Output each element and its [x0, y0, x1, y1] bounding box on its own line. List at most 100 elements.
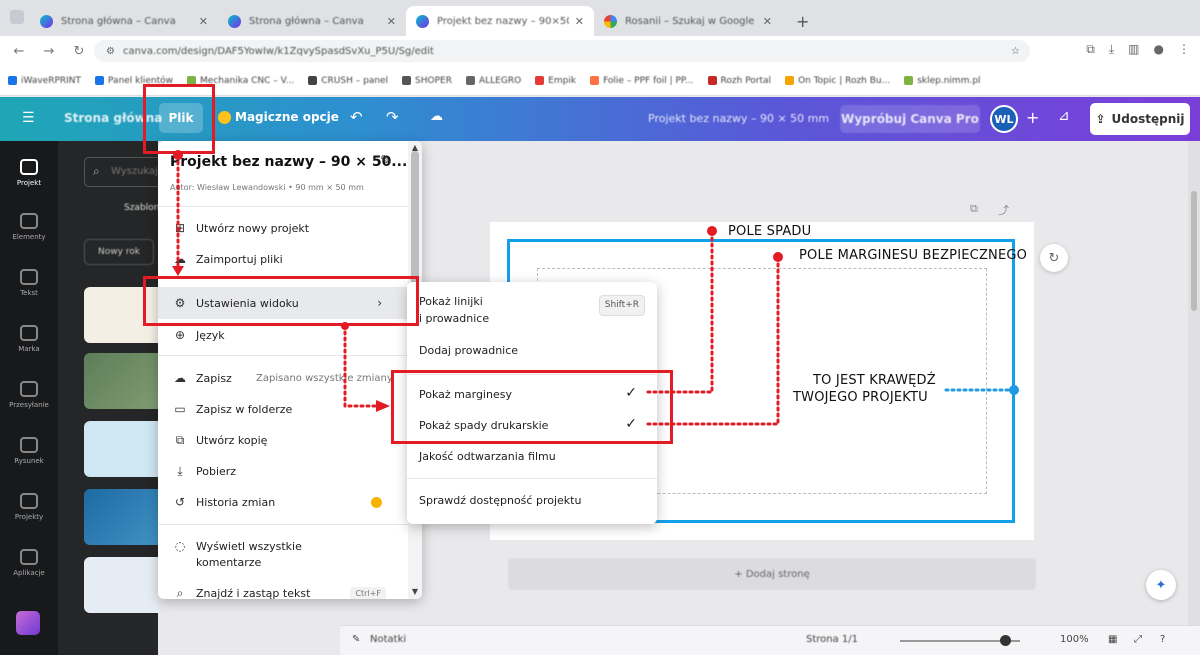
menu-item-version-history[interactable]: ↺ Historia zmian [158, 488, 408, 516]
annotation-bleed-label: POLE SPADU [728, 224, 812, 239]
layout-icon [20, 159, 38, 175]
browser-tab[interactable]: Strona główna – Canva ✕ [218, 6, 406, 36]
bookmark-favicon-icon [785, 76, 795, 85]
try-pro-button[interactable]: Wypróbuj Canva Pro [840, 105, 980, 133]
rail-item-projekty[interactable]: Projekty [0, 493, 58, 521]
menu-item-save-to-folder[interactable]: ▭ Zapisz w folderze [158, 395, 408, 423]
canvas-scrollbar[interactable] [1188, 141, 1200, 625]
menu-project-title[interactable]: Projekt bez nazwy – 90 × 50... [170, 154, 407, 170]
menu-item-new-project[interactable]: ⊞ Utwórz nowy projekt [158, 214, 408, 242]
undo-icon[interactable]: ↶ [350, 108, 363, 126]
rail-item-tekst[interactable]: Tekst [0, 269, 58, 297]
pencil-icon[interactable]: ✎ [380, 153, 392, 169]
menu-item-view-comments[interactable]: ◌ Wyświetl wszystkie komentarze [158, 535, 408, 575]
bookmark-item[interactable]: Folie – PPF foil | PP... [590, 76, 694, 86]
bookmark-favicon-icon [465, 76, 475, 85]
menu-item-save[interactable]: ☁ Zapisz Zapisano wszystkie zmiany [158, 364, 408, 392]
cloud-icon[interactable]: ☁ [430, 109, 443, 124]
menu-item-find-replace[interactable]: ⌕ Znajdź i zastąp tekst Ctrl+F [158, 579, 408, 599]
url-input[interactable]: ⚙ canva.com/design/DAF5YowIw/k1ZqvySpasd… [94, 40, 1030, 62]
tab-search-icon[interactable] [10, 10, 24, 24]
help-icon[interactable]: ? [1160, 634, 1165, 645]
zoom-slider-handle[interactable] [1000, 635, 1011, 646]
grid-view-icon[interactable]: ▦ [1108, 634, 1117, 645]
sidepanel-icon[interactable]: ▥ [1128, 42, 1139, 57]
notes-icon[interactable]: ✎ [352, 634, 360, 645]
document-title[interactable]: Projekt bez nazwy – 90 × 50 mm [648, 112, 829, 125]
forward-icon[interactable]: → [38, 44, 60, 59]
page-indicator[interactable]: Strona 1/1 [806, 634, 858, 645]
menu-icon[interactable]: ☰ [22, 110, 35, 126]
bookmark-favicon-icon [707, 76, 717, 85]
share-button[interactable]: ⇪ Udostępnij [1090, 103, 1190, 135]
menu-item-make-copy[interactable]: ⧉ Utwórz kopię [158, 426, 408, 454]
bookmark-item[interactable]: ALLEGRO [465, 76, 521, 86]
bookmark-item[interactable]: On Topic | Rozh Bu... [785, 76, 890, 86]
new-file-icon: ⊞ [174, 221, 186, 235]
add-page-icon[interactable]: ⤴ [998, 202, 1009, 218]
close-icon[interactable]: ✕ [387, 15, 396, 28]
close-icon[interactable]: ✕ [763, 15, 772, 28]
scroll-down-icon[interactable]: ▼ [410, 587, 420, 596]
bookmark-item[interactable]: CRUSH – panel [308, 76, 388, 86]
new-tab-button[interactable]: + [786, 6, 816, 36]
extensions-icon[interactable]: ⧉ [1086, 42, 1095, 57]
menu-dots-icon[interactable]: ⋮ [1178, 42, 1190, 57]
scrollbar-thumb[interactable] [1191, 191, 1197, 311]
rail-item-marka[interactable]: Marka [0, 325, 58, 353]
rail-item-przesylanie[interactable]: Przesyłanie [0, 381, 58, 409]
submenu-item-check-accessibility[interactable]: Sprawdź dostępność projektu [419, 492, 645, 509]
zoom-level[interactable]: 100% [1060, 634, 1089, 645]
redo-icon[interactable]: ↷ [386, 108, 399, 126]
comment-icon: ◌ [174, 539, 186, 553]
left-icon-rail: Projekt Elementy Tekst Marka Przesyłanie… [0, 141, 58, 655]
bookmark-item[interactable]: sklep.nimm.pl [904, 76, 981, 86]
canva-favicon-icon [40, 14, 53, 28]
notes-button[interactable]: Notatki [370, 634, 406, 645]
bookmark-favicon-icon [308, 76, 318, 85]
site-info-icon[interactable]: ⚙ [106, 46, 115, 57]
magic-options-button[interactable]: Magiczne opcje [218, 110, 339, 124]
submenu-item-video-quality[interactable]: Jakość odtwarzania filmu [419, 448, 645, 465]
profile-icon[interactable]: ● [1154, 42, 1164, 57]
avatar[interactable]: WL [990, 105, 1018, 133]
reload-icon[interactable]: ↻ [68, 44, 90, 59]
bookmark-item[interactable]: Rozh Portal [707, 76, 771, 86]
bookmark-star-icon[interactable]: ☆ [1011, 46, 1020, 57]
close-icon[interactable]: ✕ [575, 15, 584, 28]
brand-icon [20, 325, 38, 341]
bookmark-favicon-icon [8, 76, 17, 85]
bookmark-item[interactable]: SHOPER [402, 76, 452, 86]
close-icon[interactable]: ✕ [199, 15, 208, 28]
browser-tab-active[interactable]: Projekt bez nazwy – 90×50 mm ✕ [406, 6, 594, 36]
bookmark-item[interactable]: iWaveRPRINT [8, 76, 81, 86]
duplicate-page-icon[interactable]: ⧉ [970, 202, 978, 216]
rail-item-elementy[interactable]: Elementy [0, 213, 58, 241]
bookmark-item[interactable]: Empik [535, 76, 576, 86]
analytics-icon[interactable]: ⊿ [1058, 108, 1070, 124]
menu-item-download[interactable]: ⤓ Pobierz [158, 457, 408, 485]
crown-icon [218, 110, 231, 124]
add-collaborator-icon[interactable]: + [1026, 108, 1039, 127]
fullscreen-icon[interactable]: ⤢ [1134, 634, 1142, 645]
rail-item-projekt[interactable]: Projekt [0, 159, 58, 187]
google-favicon-icon [604, 14, 617, 28]
scrollbar-thumb[interactable] [411, 151, 419, 291]
browser-tab[interactable]: Strona główna – Canva ✕ [30, 6, 218, 36]
filter-chip[interactable]: Nowy rok [84, 239, 154, 265]
rail-item-rysunek[interactable]: Rysunek [0, 437, 58, 465]
add-page-button[interactable]: + Dodaj stronę [508, 558, 1036, 590]
browser-tab[interactable]: Rosanii – Szukaj w Google ✕ [594, 6, 782, 36]
refresh-icon[interactable]: ↻ [1040, 244, 1068, 272]
zoom-slider[interactable] [900, 635, 1020, 646]
submenu-item-add-guides[interactable]: Dodaj prowadnice [419, 342, 645, 359]
back-icon[interactable]: ← [8, 44, 30, 59]
assistant-icon[interactable]: ✦ [1146, 570, 1176, 600]
magic-media-icon[interactable] [16, 611, 40, 635]
submenu-item-rulers-guides[interactable]: Pokaż linijki i prowadnice Shift+R [419, 293, 645, 327]
menu-item-import-files[interactable]: ☁ Zaimportuj pliki [158, 245, 408, 273]
bookmark-favicon-icon [590, 76, 600, 85]
rail-item-aplikacje[interactable]: Aplikacje [0, 549, 58, 577]
bottom-bar: ✎ Notatki Strona 1/1 100% ▦ ⤢ ? [340, 625, 1200, 655]
download-icon[interactable]: ⤓ [1109, 42, 1114, 57]
